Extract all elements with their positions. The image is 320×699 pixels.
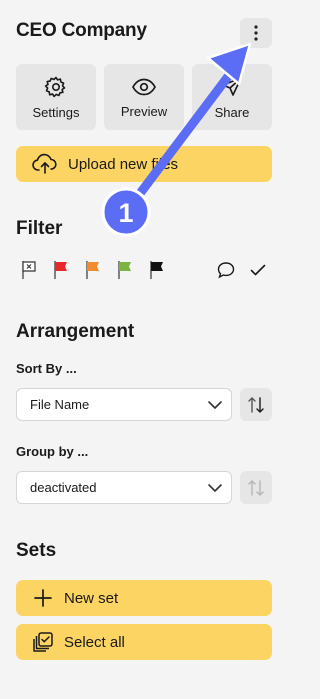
settings-button[interactable]: Settings	[16, 64, 96, 130]
share-button[interactable]: Share	[192, 64, 272, 130]
sort-arrows-icon	[248, 479, 264, 496]
flag-black-filter[interactable]	[148, 260, 168, 282]
sort-by-label: Sort By ...	[16, 361, 77, 376]
sidebar-panel: CEO Company Settings Preview Share Uploa…	[0, 0, 287, 699]
page-title: CEO Company	[16, 20, 147, 41]
approved-filter[interactable]	[248, 260, 268, 282]
flag-none-filter[interactable]	[20, 260, 40, 282]
plus-icon	[34, 589, 52, 607]
filter-heading: Filter	[16, 218, 63, 239]
flag-orange-filter[interactable]	[84, 260, 104, 282]
comment-filter[interactable]	[216, 260, 236, 282]
send-icon	[222, 76, 242, 96]
preview-label: Preview	[120, 103, 168, 119]
group-sort-direction-button[interactable]	[240, 471, 272, 504]
settings-label: Settings	[32, 104, 80, 120]
new-set-label: New set	[64, 589, 119, 607]
green-flag-icon	[118, 261, 131, 279]
sets-heading: Sets	[16, 540, 57, 561]
new-set-button[interactable]: New set	[16, 580, 272, 616]
group-by-label: Group by ...	[16, 444, 89, 459]
chevron-down-icon	[208, 484, 222, 492]
black-flag-icon	[150, 261, 163, 279]
flag-red-filter[interactable]	[52, 260, 72, 282]
select-all-icon	[33, 632, 53, 652]
sort-by-value: File Name	[30, 397, 90, 412]
arrangement-heading: Arrangement	[16, 321, 135, 342]
preview-button[interactable]: Preview	[104, 64, 184, 130]
no-flag-icon	[22, 261, 36, 279]
speech-bubble-icon	[217, 262, 235, 279]
group-by-value: deactivated	[30, 480, 97, 495]
flag-filter-row	[20, 260, 272, 284]
eye-icon	[132, 78, 156, 95]
flag-green-filter[interactable]	[116, 260, 136, 282]
sort-by-select[interactable]: File Name	[16, 388, 232, 421]
kebab-menu-icon	[254, 25, 258, 41]
header: CEO Company	[16, 18, 272, 48]
sort-arrows-icon	[248, 396, 264, 413]
cloud-upload-icon	[32, 153, 57, 174]
red-flag-icon	[54, 261, 67, 279]
action-tiles: Settings Preview Share	[16, 64, 272, 130]
select-all-label: Select all	[64, 633, 125, 651]
gear-icon	[44, 76, 66, 97]
orange-flag-icon	[86, 261, 99, 279]
upload-label: Upload new files	[68, 155, 179, 173]
share-label: Share	[214, 104, 250, 120]
group-by-select[interactable]: deactivated	[16, 471, 232, 504]
sort-direction-button[interactable]	[240, 388, 272, 421]
chevron-down-icon	[208, 401, 222, 409]
upload-new-files-button[interactable]: Upload new files	[16, 146, 272, 182]
more-options-button[interactable]	[240, 18, 272, 48]
checkmark-icon	[250, 264, 266, 276]
select-all-button[interactable]: Select all	[16, 624, 272, 660]
